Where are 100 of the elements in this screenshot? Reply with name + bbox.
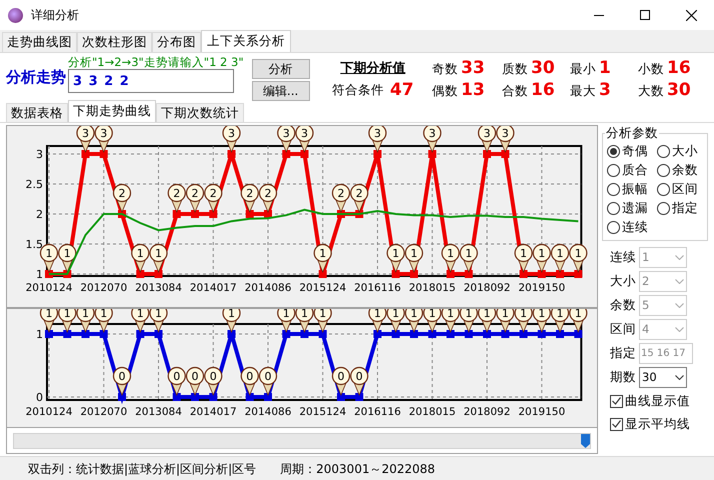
data-label: 2 [246,187,254,200]
tick-label: 3 [36,148,43,161]
radio-option[interactable]: 区间 [657,180,707,198]
stat-value: 16 [531,79,555,102]
data-point [446,330,454,338]
tab[interactable]: 分布图 [152,32,201,52]
data-point [374,150,382,158]
data-label: 3 [222,126,241,154]
data-label: 1 [131,244,150,274]
tick-label: 2014086 [244,282,292,294]
data-label: 0 [264,370,272,383]
data-point [410,330,418,338]
radio-option[interactable]: 余数 [657,161,707,179]
radio-option[interactable]: 大小 [657,142,707,160]
slider-thumb-icon[interactable] [581,434,590,448]
data-label: 3 [428,127,436,140]
tab[interactable]: 上下关系分析 [201,30,291,52]
data-label: 1 [569,309,588,334]
tick-label: 2013084 [135,282,182,294]
data-label: 1 [301,307,308,320]
data-label: 1 [574,307,582,320]
data-label: 1 [277,309,296,334]
data-point [191,210,199,218]
data-label: 1 [514,309,533,334]
data-point [483,330,491,338]
stat-value: 3 [599,79,611,102]
stat-label: 偶数 [432,82,458,100]
stat-label: 大数 [638,82,664,100]
tab[interactable]: 走势曲线图 [2,32,77,52]
field-label: 大小 [610,272,636,290]
tick-label: 0 [36,391,43,404]
data-label: 1 [392,307,400,320]
data-label: 1 [465,307,472,320]
next-analysis-heading: 下期分析值 [340,60,406,78]
radio-option[interactable]: 连续 [607,218,657,236]
radio-option[interactable]: 质合 [607,161,657,179]
data-label: 3 [423,126,442,154]
data-label: 2 [173,187,180,200]
scroll-track[interactable] [13,432,591,448]
analyze-button[interactable]: 分析 [252,59,310,79]
tab[interactable]: 下期次数统计 [156,103,244,122]
data-label: 0 [356,370,363,383]
radio-option[interactable]: 奇偶 [607,142,657,160]
data-point [483,150,491,158]
data-label: 1 [496,309,514,334]
data-label: 3 [295,126,314,154]
tick-label: 2018092 [464,406,510,418]
data-point [300,330,308,338]
data-point [154,330,162,338]
data-label: 0 [246,370,254,383]
data-label: 3 [94,126,113,154]
stat-value: 1 [599,57,611,80]
data-label: 1 [319,247,326,260]
chevron-down-icon [675,303,684,308]
data-label: 1 [447,307,454,320]
stat-label: 小数 [638,60,664,78]
data-label: 1 [410,247,418,260]
data-label: 1 [478,309,496,334]
tick-label: 2014017 [190,282,237,294]
tick-label: 2012070 [80,406,128,418]
data-label: 1 [538,307,546,320]
stat-label: 合数 [502,82,528,100]
field-label: 指定 [610,344,636,362]
radio-option[interactable]: 振幅 [607,180,657,198]
minimize-icon [594,14,604,16]
data-label: 1 [410,307,418,320]
tick-label: 2019150 [518,406,566,418]
checkbox-option[interactable]: 曲线显示值 [610,391,708,411]
data-label: 1 [149,244,168,274]
data-label: 1 [58,309,76,334]
pattern-input[interactable]: 3 3 2 2 [68,69,234,93]
data-label: 1 [569,244,588,274]
data-point [410,270,418,278]
data-label: 1 [550,244,570,274]
tick-label: 2010124 [26,282,72,294]
data-label: 2 [350,184,368,214]
tick-label: 2019150 [518,282,566,294]
data-label: 1 [386,309,405,334]
data-label: 1 [228,307,235,320]
data-label: 1 [484,307,490,320]
data-point [300,150,308,158]
checkbox-option[interactable]: 显示平均线 [610,414,708,434]
stat-value: 30 [531,57,555,80]
dropdown[interactable]: 30 [639,367,687,388]
tick-label: 2016116 [354,406,401,418]
tab[interactable]: 下期走势曲线 [68,100,156,122]
data-label: 1 [64,247,71,260]
group-title: 分析参数 [605,125,659,141]
data-label: 3 [368,126,387,154]
data-label: 1 [155,307,162,320]
tab[interactable]: 数据表格 [6,103,68,122]
data-label: 2 [210,187,217,200]
data-label: 0 [173,370,180,383]
data-point [45,330,53,338]
stat-label: 奇数 [432,60,458,78]
edit-button[interactable]: 编辑... [252,81,310,101]
tab[interactable]: 次数柱形图 [77,32,152,52]
data-label: 0 [338,370,344,383]
radio-option[interactable]: 遗漏 [607,199,657,217]
radio-option[interactable]: 指定 [657,199,707,217]
